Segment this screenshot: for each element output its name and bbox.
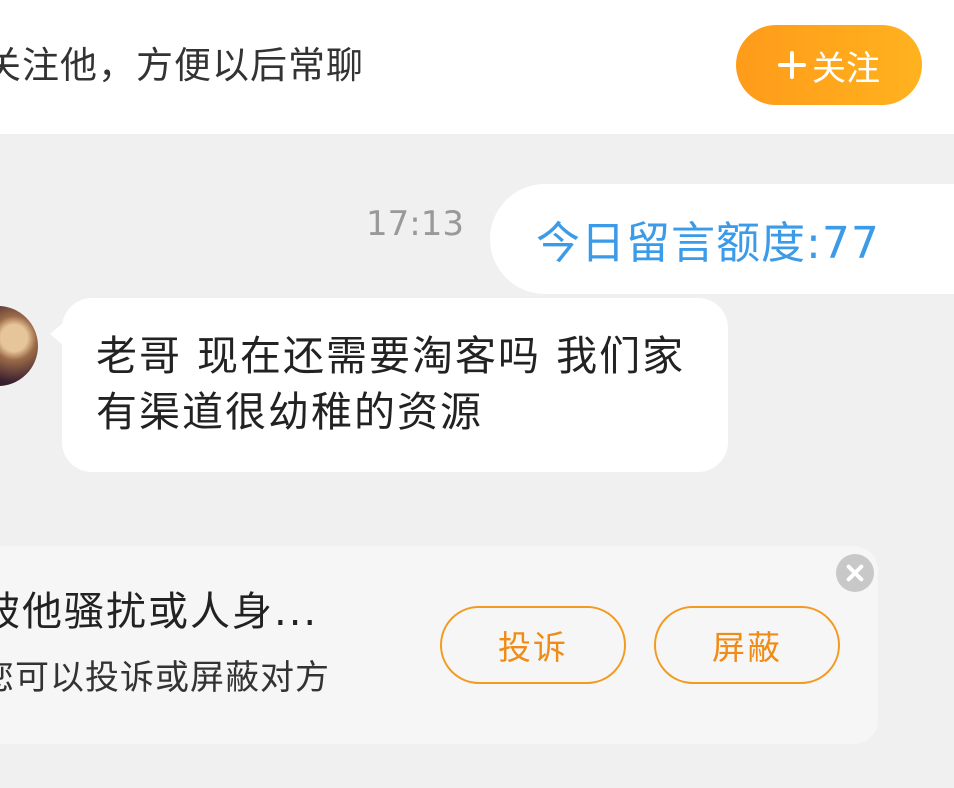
sent-message-bubble[interactable]: 今日留言额度:77 <box>490 184 954 294</box>
close-icon[interactable] <box>836 554 874 592</box>
received-message-text: 老哥 现在还需要淘客吗 我们家有渠道很幼稚的资源 <box>96 332 686 436</box>
avatar[interactable] <box>0 306 38 386</box>
follow-bar: 关注他，方便以后常聊 关注 <box>0 0 954 134</box>
follow-button[interactable]: 关注 <box>736 25 922 105</box>
plus-icon <box>778 51 806 79</box>
follow-hint-text: 关注他，方便以后常聊 <box>0 44 364 87</box>
block-button[interactable]: 屏蔽 <box>654 606 840 684</box>
report-card: 被他骚扰或人身... 您可以投诉或屏蔽对方 投诉 屏蔽 <box>0 546 878 744</box>
sent-message-text: 今日留言额度:77 <box>536 218 880 269</box>
complain-button[interactable]: 投诉 <box>440 606 626 684</box>
received-message-bubble[interactable]: 老哥 现在还需要淘客吗 我们家有渠道很幼稚的资源 <box>62 298 728 472</box>
report-title: 被他骚扰或人身... <box>0 589 319 635</box>
follow-button-label: 关注 <box>812 48 880 89</box>
report-subtitle: 您可以投诉或屏蔽对方 <box>0 658 330 698</box>
message-timestamp: 17:13 <box>366 204 464 244</box>
